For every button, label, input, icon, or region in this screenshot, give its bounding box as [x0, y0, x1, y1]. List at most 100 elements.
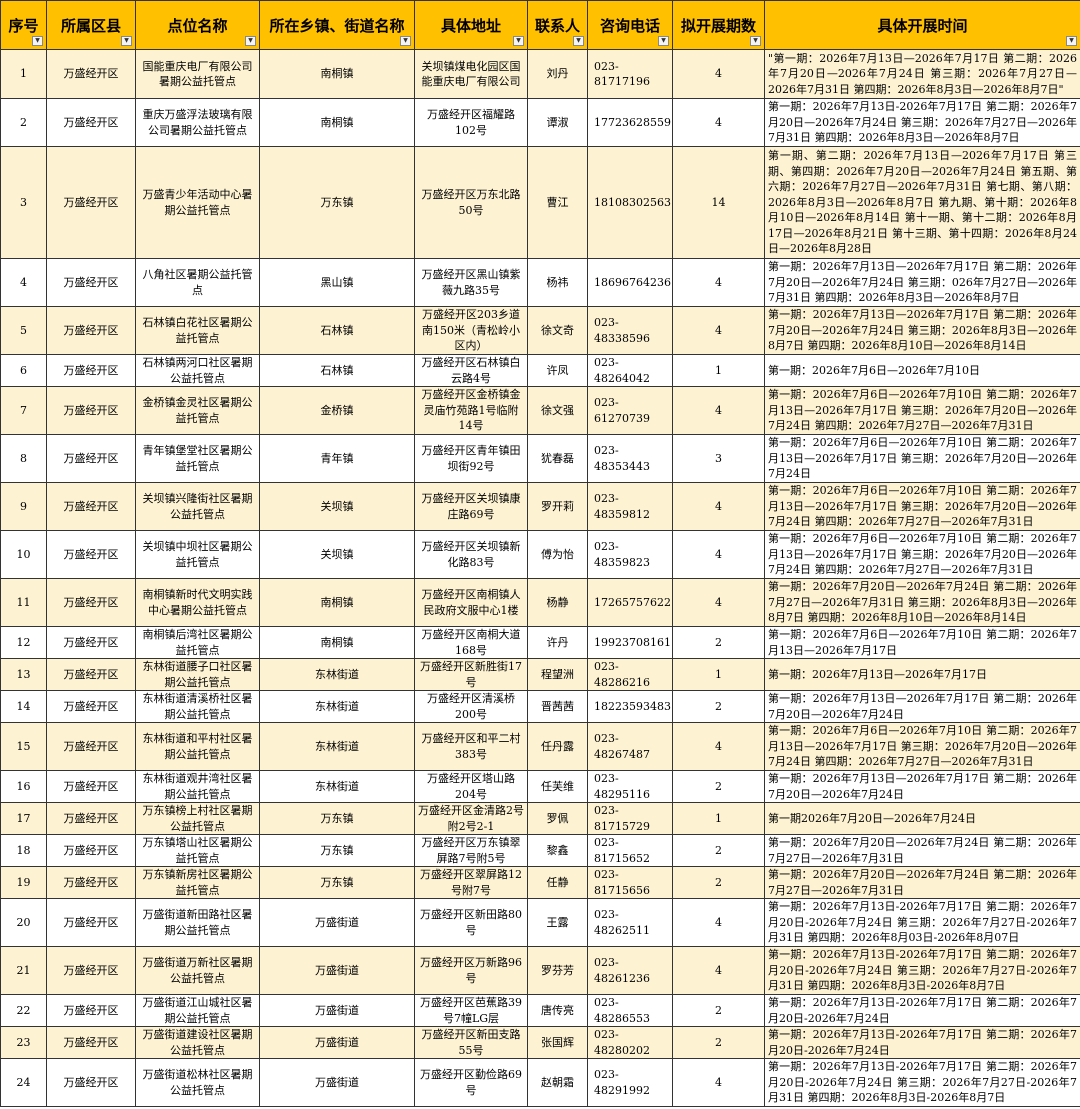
cell-phone[interactable]: 023-48359823 [587, 530, 673, 579]
cell-address[interactable]: 万盛经开区关坝镇新化路83号 [414, 530, 528, 579]
cell-address[interactable]: 万盛经开区金清路2号附2号2-1 [414, 802, 528, 835]
cell-no[interactable]: 22 [0, 994, 47, 1027]
cell-address[interactable]: 万盛经开区关坝镇康庄路69号 [414, 482, 528, 531]
cell-no[interactable]: 4 [0, 258, 47, 307]
cell-address[interactable]: 万盛经开区新胜街17号 [414, 658, 528, 691]
cell-contact[interactable]: 曹江 [527, 146, 588, 259]
filter-dropdown-icon[interactable]: ▼ [750, 36, 761, 46]
cell-no[interactable]: 12 [0, 626, 47, 659]
cell-no[interactable]: 19 [0, 866, 47, 899]
cell-contact[interactable]: 杨静 [527, 578, 588, 627]
cell-periods[interactable]: 2 [672, 994, 765, 1027]
cell-contact[interactable]: 任丹露 [527, 722, 588, 771]
cell-phone[interactable]: 18223593483 [587, 690, 673, 723]
cell-town[interactable]: 南桐镇 [259, 98, 415, 147]
cell-contact[interactable]: 任静 [527, 866, 588, 899]
cell-address[interactable]: 万盛经开区翠屏路12号附7号 [414, 866, 528, 899]
cell-phone[interactable]: 023-81715656 [587, 866, 673, 899]
cell-contact[interactable]: 傅为怡 [527, 530, 588, 579]
cell-address[interactable]: 万盛经开区南桐大道168号 [414, 626, 528, 659]
cell-site-name[interactable]: 东林街道观井湾社区暑期公益托管点 [135, 770, 260, 803]
cell-schedule[interactable]: 第一期：2026年7月20日—2026年7月24日 第二期：2026年7月27日… [764, 834, 1080, 867]
cell-address[interactable]: 万盛经开区青年镇田坝街92号 [414, 434, 528, 483]
cell-no[interactable]: 5 [0, 306, 47, 355]
cell-town[interactable]: 万盛街道 [259, 994, 415, 1027]
cell-district[interactable]: 万盛经开区 [46, 146, 136, 259]
cell-no[interactable]: 2 [0, 98, 47, 147]
cell-site-name[interactable]: 万盛街道江山城社区暑期公益托管点 [135, 994, 260, 1027]
cell-town[interactable]: 东林街道 [259, 658, 415, 691]
cell-schedule[interactable]: 第一期：2026年7月6日—2026年7月10日 第二期：2026年7月13日—… [764, 434, 1080, 483]
cell-contact[interactable]: 唐传亮 [527, 994, 588, 1027]
cell-district[interactable]: 万盛经开区 [46, 946, 136, 995]
cell-district[interactable]: 万盛经开区 [46, 770, 136, 803]
header-cell-district[interactable]: 所属区县 ▼ [46, 0, 136, 50]
cell-periods[interactable]: 4 [672, 722, 765, 771]
cell-schedule[interactable]: 第一期：2026年7月13日-2026年7月17日 第二期：2026年7月20日… [764, 1058, 1080, 1107]
cell-site-name[interactable]: 八角社区暑期公益托管点 [135, 258, 260, 307]
cell-phone[interactable]: 17723628559 [587, 98, 673, 147]
cell-district[interactable]: 万盛经开区 [46, 690, 136, 723]
cell-contact[interactable]: 赵朝霜 [527, 1058, 588, 1107]
cell-periods[interactable]: 1 [672, 354, 765, 387]
cell-no[interactable]: 8 [0, 434, 47, 483]
cell-district[interactable]: 万盛经开区 [46, 482, 136, 531]
cell-schedule[interactable]: "第一期：2026年7月13日—2026年7月17日 第二期：2026年7月20… [764, 49, 1080, 99]
cell-town[interactable]: 关坝镇 [259, 482, 415, 531]
cell-site-name[interactable]: 万盛街道新田路社区暑期公益托管点 [135, 898, 260, 947]
cell-periods[interactable]: 4 [672, 482, 765, 531]
cell-periods[interactable]: 3 [672, 434, 765, 483]
cell-district[interactable]: 万盛经开区 [46, 1058, 136, 1107]
cell-schedule[interactable]: 第一期：2026年7月6日—2026年7月10日 第二期：2026年7月13日—… [764, 626, 1080, 659]
cell-contact[interactable]: 谭淑 [527, 98, 588, 147]
cell-site-name[interactable]: 石林镇白花社区暑期公益托管点 [135, 306, 260, 355]
cell-site-name[interactable]: 石林镇两河口社区暑期公益托管点 [135, 354, 260, 387]
cell-site-name[interactable]: 万盛青少年活动中心暑期公益托管点 [135, 146, 260, 259]
cell-site-name[interactable]: 重庆万盛浮法玻璃有限公司暑期公益托管点 [135, 98, 260, 147]
cell-site-name[interactable]: 万东镇塔山社区暑期公益托管点 [135, 834, 260, 867]
cell-schedule[interactable]: 第一期：2026年7月20日—2026年7月24日 第二期：2026年7月27日… [764, 578, 1080, 627]
cell-district[interactable]: 万盛经开区 [46, 354, 136, 387]
cell-phone[interactable]: 19923708161 [587, 626, 673, 659]
cell-site-name[interactable]: 东林街道腰子口社区暑期公益托管点 [135, 658, 260, 691]
cell-periods[interactable]: 4 [672, 1058, 765, 1107]
filter-dropdown-icon[interactable]: ▼ [400, 36, 411, 46]
cell-town[interactable]: 关坝镇 [259, 530, 415, 579]
cell-contact[interactable]: 罗芬芳 [527, 946, 588, 995]
cell-town[interactable]: 南桐镇 [259, 578, 415, 627]
cell-site-name[interactable]: 关坝镇中坝社区暑期公益托管点 [135, 530, 260, 579]
cell-contact[interactable]: 张国辉 [527, 1026, 588, 1059]
cell-district[interactable]: 万盛经开区 [46, 626, 136, 659]
cell-contact[interactable]: 晋茜茜 [527, 690, 588, 723]
cell-no[interactable]: 11 [0, 578, 47, 627]
cell-town[interactable]: 东林街道 [259, 722, 415, 771]
header-cell-time[interactable]: 具体开展时间 ▼ [764, 0, 1080, 50]
cell-contact[interactable]: 许凤 [527, 354, 588, 387]
cell-district[interactable]: 万盛经开区 [46, 98, 136, 147]
header-cell-town[interactable]: 所在乡镇、街道名称 ▼ [259, 0, 415, 50]
cell-schedule[interactable]: 第一期：2026年7月13日-2026年7月17日 第二期：2026年7月20日… [764, 1026, 1080, 1059]
cell-site-name[interactable]: 东林街道和平村社区暑期公益托管点 [135, 722, 260, 771]
cell-address[interactable]: 万盛经开区金桥镇金灵庙竹苑路1号临附14号 [414, 386, 528, 435]
cell-town[interactable]: 南桐镇 [259, 626, 415, 659]
cell-town[interactable]: 万盛街道 [259, 1058, 415, 1107]
cell-contact[interactable]: 罗开莉 [527, 482, 588, 531]
cell-address[interactable]: 万盛经开区清溪桥200号 [414, 690, 528, 723]
cell-phone[interactable]: 18108302563 [587, 146, 673, 259]
cell-schedule[interactable]: 第一期：2026年7月6日—2026年7月10日 第二期：2026年7月13日—… [764, 386, 1080, 435]
filter-dropdown-icon[interactable]: ▼ [658, 36, 669, 46]
cell-periods[interactable]: 4 [672, 946, 765, 995]
cell-schedule[interactable]: 第一期：2026年7月13日—2026年7月17日 第二期：2026年7月20日… [764, 690, 1080, 723]
header-cell-no[interactable]: 序号 ▼ [0, 0, 47, 50]
cell-town[interactable]: 石林镇 [259, 354, 415, 387]
cell-address[interactable]: 万盛经开区新田支路55号 [414, 1026, 528, 1059]
header-cell-contact[interactable]: 联系人 ▼ [527, 0, 588, 50]
cell-address[interactable]: 万盛经开区塔山路204号 [414, 770, 528, 803]
cell-contact[interactable]: 徐文强 [527, 386, 588, 435]
cell-contact[interactable]: 徐文奇 [527, 306, 588, 355]
cell-schedule[interactable]: 第一期2026年7月20日—2026年7月24日 [764, 802, 1080, 835]
cell-district[interactable]: 万盛经开区 [46, 530, 136, 579]
cell-town[interactable]: 万东镇 [259, 802, 415, 835]
cell-no[interactable]: 21 [0, 946, 47, 995]
cell-periods[interactable]: 4 [672, 530, 765, 579]
